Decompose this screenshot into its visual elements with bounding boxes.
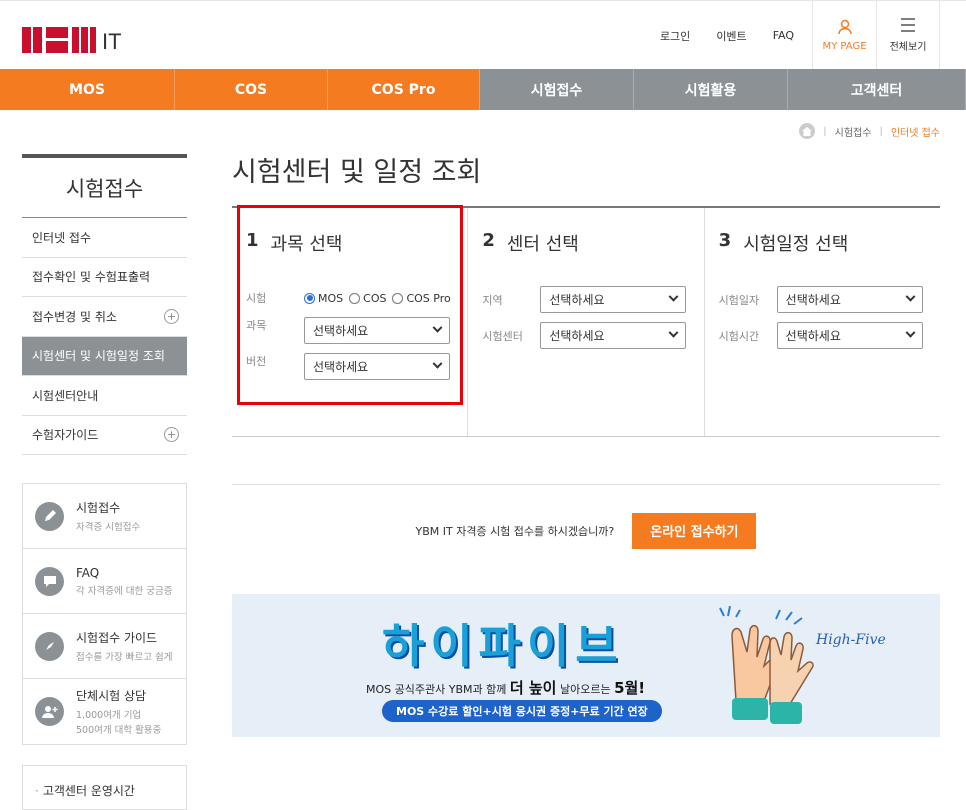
compass-icon [35,631,64,661]
customer-hours: · 고객센터 운영시간 [22,765,187,810]
banner-title: 하이파이브 [382,619,624,673]
all-menu-label: 전체보기 [889,42,927,53]
highlight-box [237,205,463,405]
date-select[interactable]: 선택하세요 [776,286,923,313]
side-nav-title: 시험접수 [22,158,187,218]
chevron-down-icon [905,327,916,338]
online-apply-button[interactable]: 온라인 접수하기 [632,512,757,549]
gnb-mos[interactable]: MOS [0,69,175,110]
apply-section: YBM IT 자격증 시험 접수를 하시겠습니까? 온라인 접수하기 [232,484,940,576]
sidebar-item-confirm-print[interactable]: 접수확인 및 수험표출력 [22,258,187,297]
chevron-down-icon [668,291,679,302]
sidebar-item-change-cancel[interactable]: 접수변경 및 취소 + [22,297,187,337]
sidebar-item-center-schedule[interactable]: 시험센터 및 시험일정 조회 [22,336,187,376]
sidebar-item-center-info[interactable]: 시험센터안내 [22,376,187,416]
logo-it-text: IT [102,29,122,54]
chevron-down-icon [668,327,679,338]
banner-subtitle: MOS 공식주관사 YBM과 함께 더 높이 날아오르는 5월! [366,679,646,697]
quick-link-guide[interactable]: 시험접수 가이드 접수를 가장 빠르고 쉽게 [23,614,186,679]
event-link[interactable]: 이벤트 [703,1,759,70]
ybm-it-logo[interactable]: IT [22,27,122,53]
breadcrumb-item[interactable]: 시험접수 [835,124,872,139]
time-select[interactable]: 선택하세요 [776,322,923,349]
gnb-cos-pro[interactable]: COS Pro [328,69,480,110]
sidebar-item-candidate-guide[interactable]: 수험자가이드 + [22,416,187,455]
banner-promo-pill: MOS 수강료 할인+시험 응시권 증정+무료 기간 연장 [382,700,662,722]
hamburger-icon [901,18,915,32]
side-nav: 시험접수 인터넷 접수 접수확인 및 수험표출력 접수변경 및 취소 + 시험센터… [22,154,187,455]
chevron-down-icon [905,291,916,302]
step-title: 센터 선택 [506,234,579,255]
step-title: 시험일정 선택 [743,234,849,255]
promo-banner[interactable]: 하이파이브 MOS 공식주관사 YBM과 함께 더 높이 날아오르는 5월! M… [232,594,940,737]
apply-prompt: YBM IT 자격증 시험 접수를 하시겠습니까? [415,524,615,538]
ybm-logo-mark [22,27,96,53]
user-icon [837,19,852,35]
pencil-icon [35,501,64,531]
region-select[interactable]: 선택하세요 [540,286,687,313]
login-link[interactable]: 로그인 [647,1,703,70]
utility-nav: 로그인 이벤트 FAQ MY PAGE 전체보기 [647,1,940,70]
site-header: IT 로그인 이벤트 FAQ MY PAGE 전체보기 [0,0,966,70]
sidebar-item-internet-register[interactable]: 인터넷 접수 [22,218,187,258]
high-five-hands-icon [719,606,814,724]
gnb-cos[interactable]: COS [175,69,328,110]
main-nav: MOS COS COS Pro 시험접수 시험활용 고객센터 [0,69,966,110]
expand-icon[interactable]: + [164,308,179,324]
banner-high-five-text: High-Five [816,632,886,648]
page-title: 시험센터 및 일정 조회 [232,157,482,188]
gnb-exam-use[interactable]: 시험활용 [634,69,788,110]
mypage-label: MY PAGE [822,41,867,52]
quick-links: 시험접수 자격증 시험접수 FAQ 각 자격증에 대한 궁금증 시험접수 가이드 접수… [22,483,187,745]
mypage-button[interactable]: MY PAGE [812,1,876,70]
expand-icon[interactable]: + [164,427,179,443]
gnb-customer-center[interactable]: 고객센터 [788,69,966,110]
breadcrumb-current: 인터넷 접수 [890,127,940,139]
quick-link-faq[interactable]: FAQ 각 자격증에 대한 궁금증 [23,549,186,614]
center-select[interactable]: 선택하세요 [540,322,687,349]
add-user-icon [35,697,64,726]
home-icon[interactable] [799,123,816,139]
breadcrumb: | 시험접수 | 인터넷 접수 [799,123,940,139]
quick-link-group[interactable]: 단체시험 상담 1,000여개 기업 500여개 대학 활용중 [23,679,186,744]
chat-bubble-icon [35,566,64,596]
step-center: 2 센터 선택 지역 선택하세요 시험센터 선택하세요 [468,208,705,436]
quick-link-register[interactable]: 시험접수 자격증 시험접수 [23,484,186,549]
gnb-exam-register[interactable]: 시험접수 [480,69,634,110]
all-menu-button[interactable]: 전체보기 [876,1,940,70]
faq-link[interactable]: FAQ [760,1,812,70]
step-schedule: 3 시험일정 선택 시험일자 선택하세요 시험시간 선택하세요 [705,208,940,436]
